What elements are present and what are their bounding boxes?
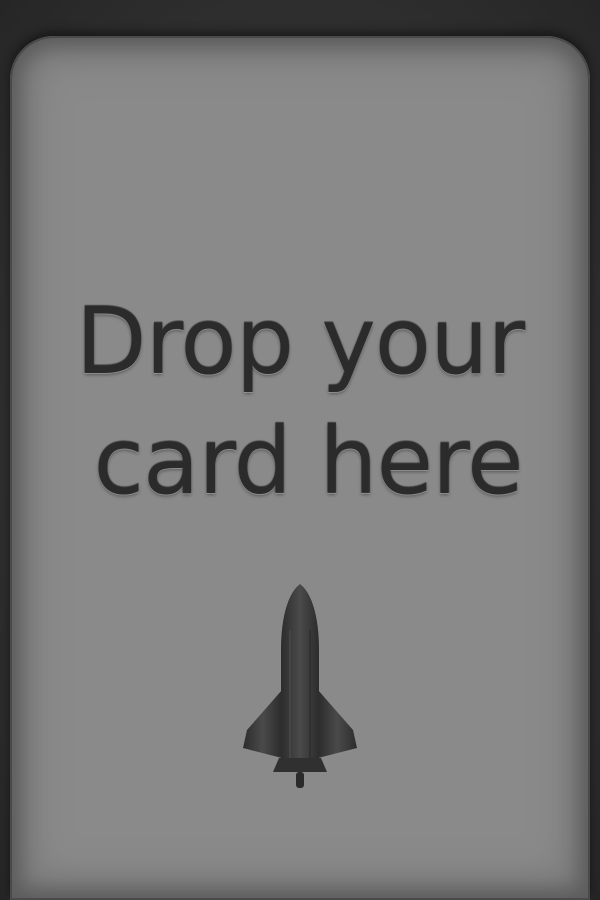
drop-prompt-line-1: Drop your bbox=[75, 288, 525, 395]
card-slot-frame: Drop your card here bbox=[0, 0, 600, 900]
space-shuttle-icon bbox=[243, 584, 357, 788]
drop-prompt-line-2: card here bbox=[93, 408, 523, 515]
